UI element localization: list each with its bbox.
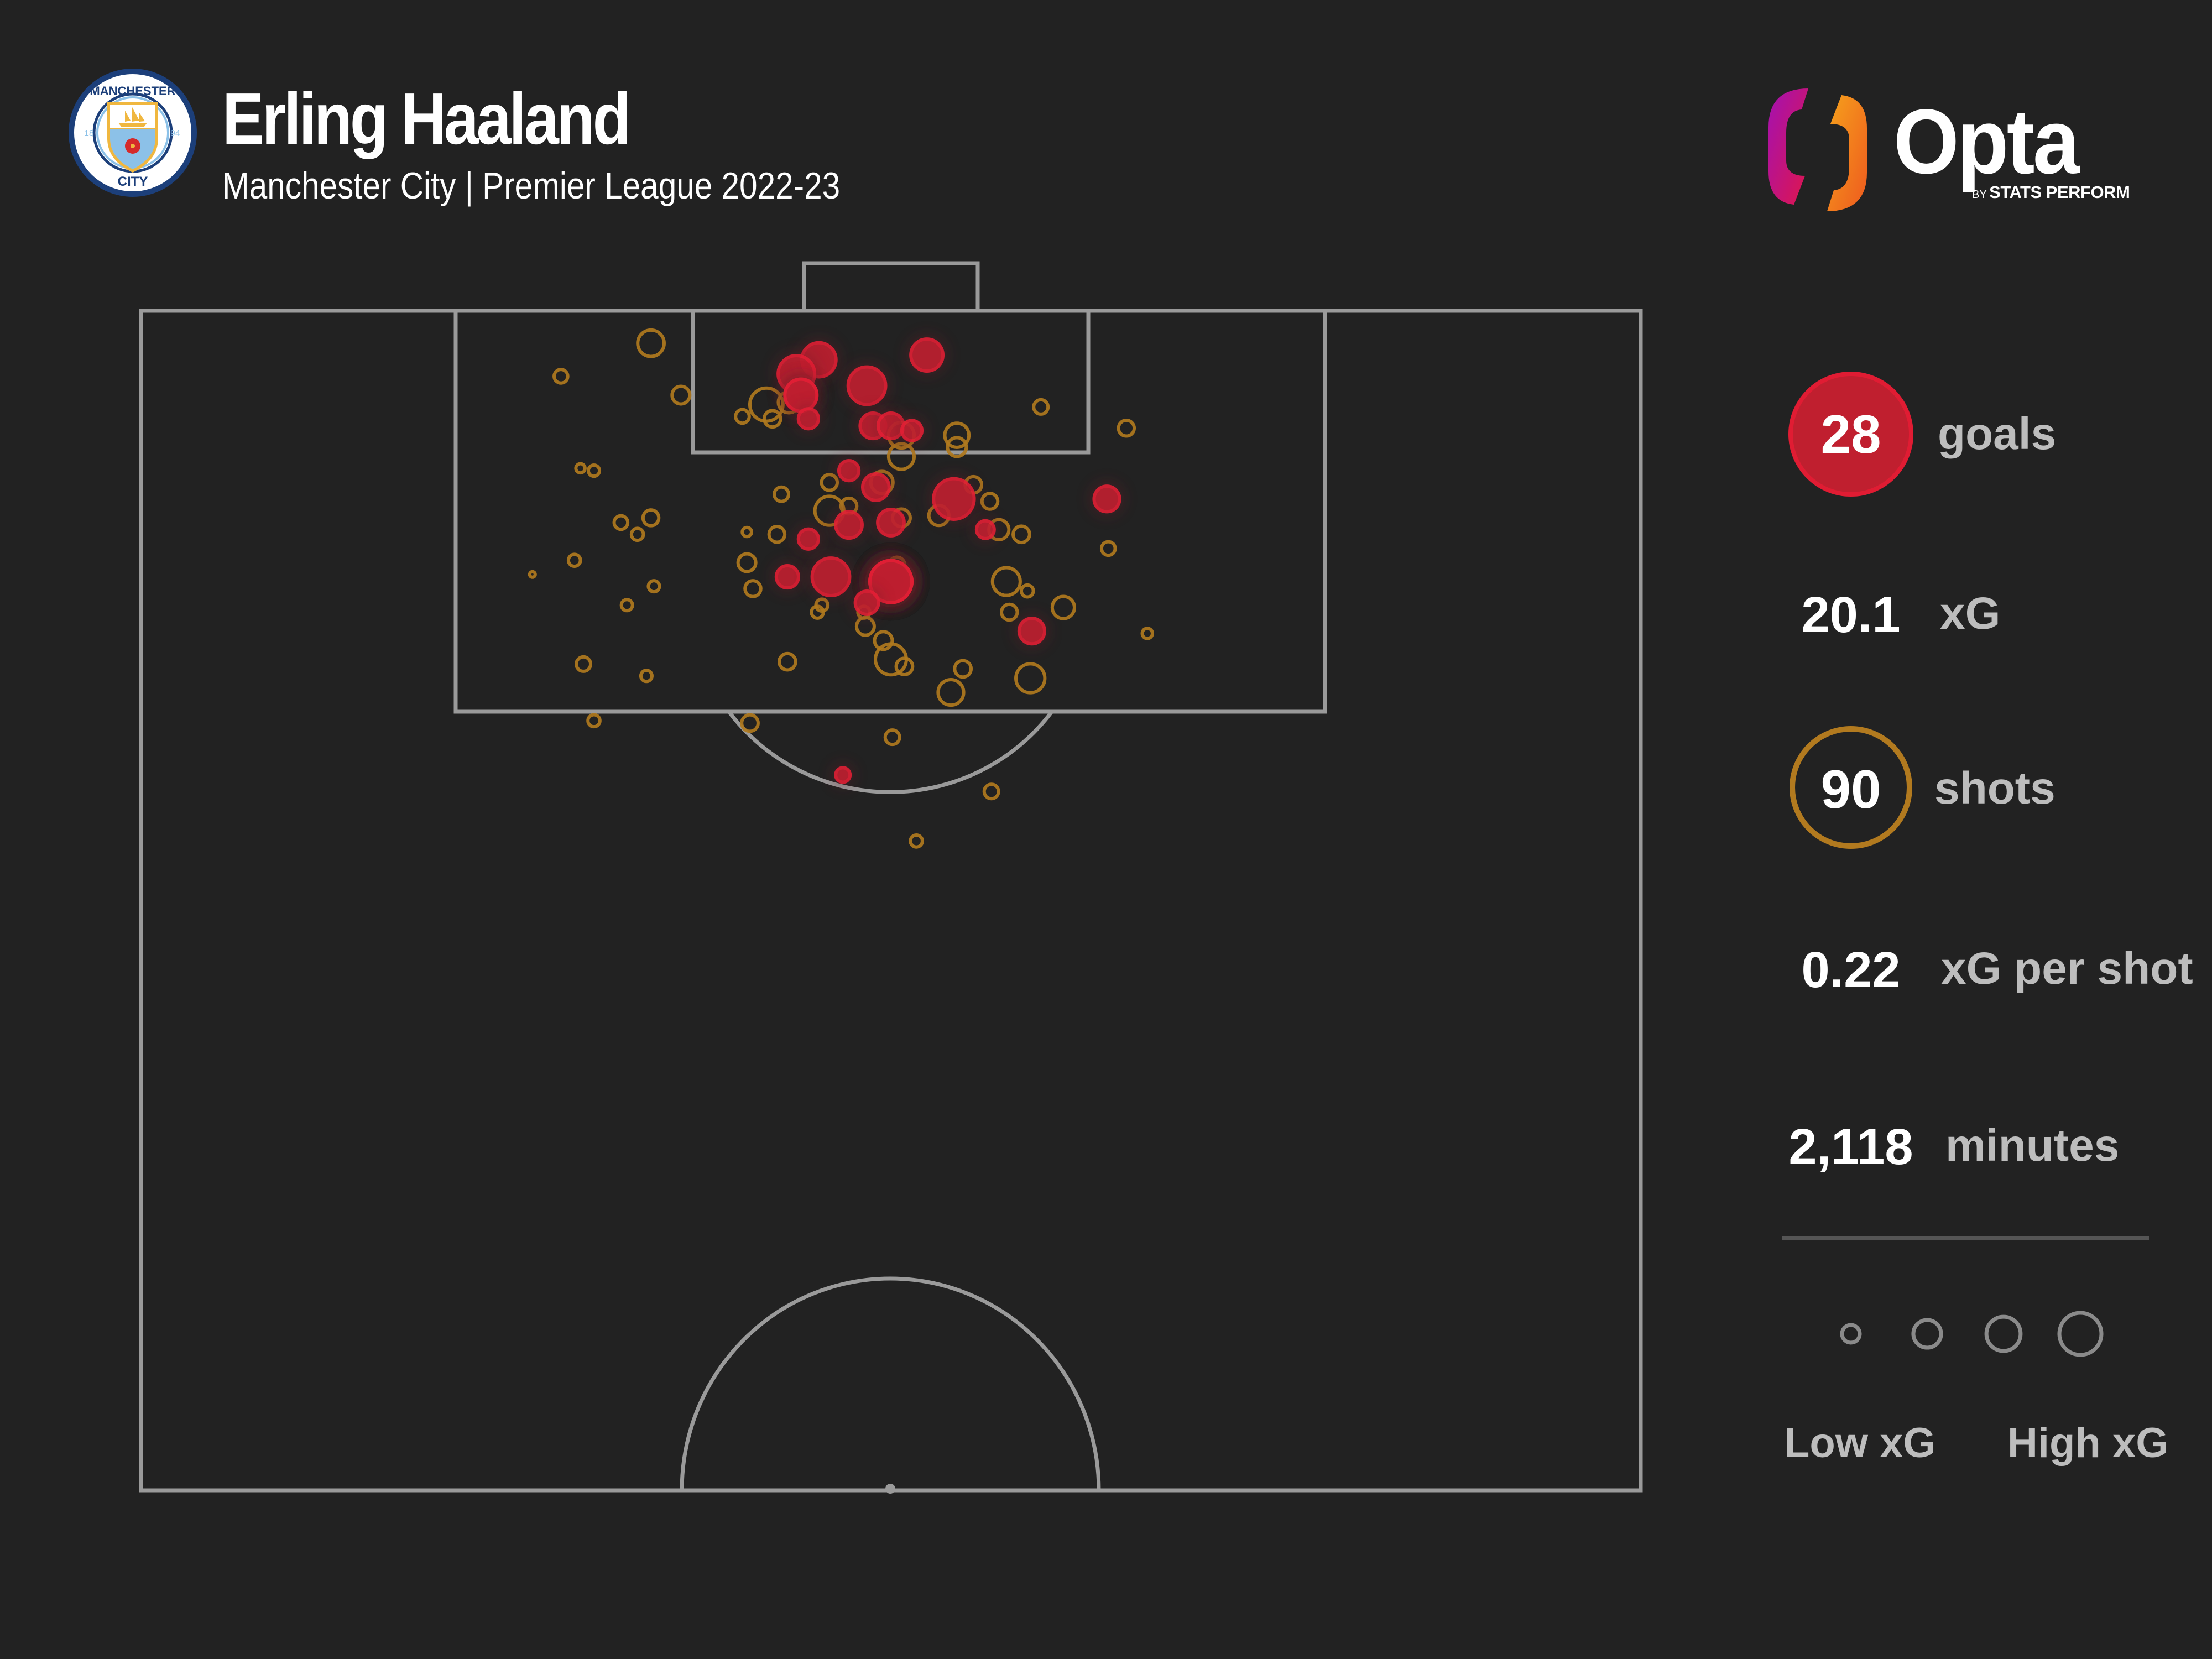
shot-marker-miss <box>586 713 602 729</box>
goal-dot <box>1092 484 1121 514</box>
goal-dot <box>1017 617 1047 646</box>
stats-divider <box>1782 1236 2149 1240</box>
shot-marker-goal <box>807 553 855 601</box>
shot-marker-miss <box>629 526 645 542</box>
shot-marker-goal <box>896 415 927 446</box>
shot-marker-miss <box>936 677 966 707</box>
goals-value: 28 <box>1820 404 1881 465</box>
shot-marker-goal <box>831 763 855 787</box>
xg-label: xG <box>1940 588 2001 639</box>
shot-marker-miss <box>1050 594 1076 620</box>
shot-marker-miss <box>740 525 753 539</box>
xg-value: 20.1 <box>1801 587 1901 643</box>
goal-dot <box>909 337 945 373</box>
goal-dot <box>846 365 888 406</box>
shot-marker-miss <box>1019 583 1035 599</box>
shot-marker-goal <box>793 524 823 554</box>
shot-marker-miss <box>1099 540 1117 557</box>
shot-marker-goal <box>873 504 909 541</box>
shot-marker-miss <box>740 713 760 733</box>
shot-marker-miss <box>1032 398 1050 416</box>
shot-marker-miss <box>854 615 876 637</box>
shot-marker-goal <box>771 560 804 593</box>
shot-marker-goal <box>793 404 823 434</box>
shot-marker-miss <box>639 669 654 684</box>
shot-marker-miss <box>670 384 692 406</box>
shot-marker-miss <box>1014 662 1047 695</box>
shot-marker-miss <box>990 566 1022 597</box>
shot-marker-miss <box>743 579 763 598</box>
goal-dot <box>834 766 852 784</box>
goal-dot <box>853 589 880 616</box>
shot-marker-miss <box>767 525 787 544</box>
shot-marker-goal <box>971 515 999 544</box>
xg-per-shot-value: 0.22 <box>1801 942 1901 998</box>
goal-dot <box>774 564 800 590</box>
shot-marker-miss <box>641 508 661 528</box>
shot-marker-miss <box>773 485 791 503</box>
shot-marker-miss <box>883 728 901 747</box>
shot-marker-miss <box>575 655 593 673</box>
legend-low-xg-label: Low xG <box>1784 1420 1936 1467</box>
shot-marker-miss <box>528 570 537 579</box>
shot-marker-goal <box>831 507 867 544</box>
shot-marker-miss <box>586 463 602 478</box>
shot-marker-goal <box>928 473 979 524</box>
shot-marker-miss <box>820 473 839 492</box>
penalty-arc <box>727 710 1053 794</box>
shot-marker-miss <box>619 598 634 613</box>
shot-marker-miss <box>636 328 666 358</box>
shot-marker-goal <box>1089 481 1125 517</box>
shot-marker-goal <box>857 469 894 505</box>
goal-dot <box>796 407 820 431</box>
shot-marker-goal <box>850 586 884 619</box>
shot-marker-goal <box>843 362 891 410</box>
goal-dot <box>834 510 864 540</box>
shot-marker-miss <box>982 782 1000 801</box>
shot-marker-miss <box>566 552 582 568</box>
shot-marker-miss <box>1140 627 1154 640</box>
shots-label: shots <box>1934 763 2056 813</box>
shot-marker-miss <box>953 659 973 679</box>
shot-marker-miss <box>574 462 587 475</box>
xg-per-shot-label: xG per shot <box>1941 943 2193 994</box>
legend-high-xg-label: High xG <box>2007 1420 2169 1467</box>
legend-circle-4 <box>2057 1311 2104 1357</box>
goal-dot <box>810 556 852 597</box>
goal-dot <box>837 458 861 483</box>
shot-marker-goal <box>906 334 948 377</box>
shot-marker-miss <box>1117 419 1136 438</box>
shot-marker-goal <box>1014 613 1050 649</box>
goal-dot <box>974 519 996 540</box>
center-circle <box>680 1276 1101 1491</box>
xg-size-legend <box>1840 1311 2104 1357</box>
legend-circle-2 <box>1911 1318 1943 1350</box>
goal <box>802 261 980 311</box>
shot-marker-miss <box>612 514 630 531</box>
goal-dot <box>860 472 891 502</box>
goal-dot <box>796 527 820 551</box>
goal-dot <box>900 419 924 442</box>
goal-dot <box>876 508 906 538</box>
shot-marker-miss <box>778 651 797 672</box>
minutes-label: minutes <box>1945 1120 2120 1171</box>
shot-marker-miss <box>734 408 751 425</box>
shot-marker-miss <box>552 368 570 385</box>
shot-marker-miss <box>999 602 1019 622</box>
goal-dot <box>932 477 976 521</box>
shot-marker-miss <box>646 579 661 594</box>
shots-value: 90 <box>1820 759 1881 820</box>
shot-marker-miss <box>736 552 758 573</box>
center-spot <box>885 1484 895 1494</box>
goals-label: goals <box>1938 409 2057 459</box>
legend-circle-1 <box>1840 1323 1862 1345</box>
minutes-value: 2,118 <box>1788 1119 1913 1175</box>
goals-layer <box>771 334 1125 787</box>
legend-circle-3 <box>1984 1314 2023 1353</box>
shot-marker-miss <box>980 492 1000 511</box>
shot-marker-miss <box>909 833 924 849</box>
shot-marker-miss <box>1011 524 1031 545</box>
